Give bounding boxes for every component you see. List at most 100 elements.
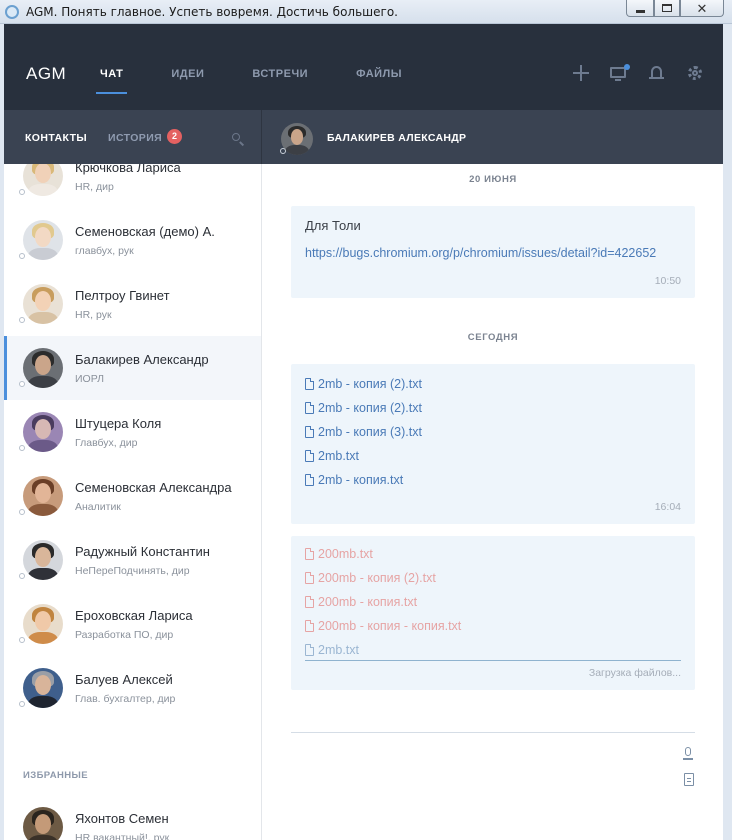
contacts-sidebar[interactable]: Крючкова Лариса HR, дир Семеновская (дем… [4, 164, 262, 840]
file-icon [305, 572, 314, 584]
file-icon [305, 548, 314, 560]
message-bubble: Для Толи https://bugs.chromium.org/p/chr… [291, 206, 695, 298]
status-indicator [19, 509, 25, 515]
avatar [23, 668, 63, 708]
status-indicator [280, 148, 286, 154]
screen-share-icon[interactable] [609, 64, 630, 82]
tab-ideas[interactable]: ИДЕИ [171, 24, 204, 110]
gear-icon[interactable] [685, 64, 705, 82]
contact-role: Главбух, дир [75, 437, 138, 449]
microphone-icon[interactable] [682, 747, 694, 761]
uploading-file: 200mb - копия - копия.txt [305, 618, 461, 634]
file-name: 200mb - копия (2).txt [318, 571, 436, 585]
message-input[interactable] [291, 732, 695, 733]
message-link[interactable]: https://bugs.chromium.org/p/chromium/iss… [305, 246, 656, 260]
sub-header: КОНТАКТЫ ИСТОРИЯ 2 БАЛАКИРЕВ АЛЕКСАНДР [4, 110, 723, 164]
avatar [23, 807, 63, 840]
contact-name: Семеновская (демо) А. [75, 224, 215, 239]
contact-role: Разработка ПО, дир [75, 629, 174, 641]
contact-role: HR вакантный!, рук [75, 832, 170, 840]
contact-item[interactable]: Крючкова Лариса HR, дир [4, 164, 261, 208]
file-icon [305, 620, 314, 632]
file-link[interactable]: 2mb - копия (3).txt [305, 424, 422, 440]
close-button[interactable]: ✕ [680, 0, 724, 17]
upload-progress-line [305, 660, 681, 661]
file-icon [305, 450, 314, 462]
message-text: Для Толи [305, 218, 361, 233]
file-link[interactable]: 2mb.txt [305, 448, 359, 464]
contact-item[interactable]: Пелтроу Гвинет HR, рук [4, 272, 261, 336]
contact-name: Ероховская Лариса [75, 608, 193, 623]
contact-name: Крючкова Лариса [75, 164, 181, 175]
bell-icon[interactable] [647, 64, 667, 82]
search-icon[interactable] [231, 132, 245, 146]
tab-chat[interactable]: ЧАТ [95, 24, 128, 110]
plus-icon[interactable] [571, 64, 591, 82]
minimize-button[interactable] [626, 0, 654, 17]
file-link[interactable]: 2mb - копия (2).txt [305, 400, 422, 416]
file-icon [305, 378, 314, 390]
notification-dot [624, 64, 630, 70]
contact-role: главбух, рук [75, 245, 134, 257]
avatar [23, 540, 63, 580]
contact-item-active[interactable]: Балакирев Александр ИОРЛ [4, 336, 261, 400]
contact-item[interactable]: Семеновская (демо) А. главбух, рук [4, 208, 261, 272]
file-link[interactable]: 2mb - копия.txt [305, 472, 403, 488]
file-icon [305, 644, 314, 656]
window-frame-right [723, 24, 732, 840]
contact-role: HR, рук [75, 309, 112, 321]
app-logo: AGM [26, 64, 67, 83]
status-indicator [19, 189, 25, 195]
tab-history[interactable]: ИСТОРИЯ [108, 132, 162, 144]
date-separator: СЕГОДНЯ [467, 332, 519, 343]
file-name: 2mb - копия (2).txt [318, 377, 422, 391]
history-badge: 2 [167, 129, 182, 144]
file-name: 2mb.txt [318, 643, 359, 657]
file-link[interactable]: 2mb - копия (2).txt [305, 376, 422, 392]
contact-name: Пелтроу Гвинет [75, 288, 170, 303]
uploading-file: 2mb.txt [305, 642, 359, 658]
contact-item[interactable]: Балуев Алексей Глав. бухгалтер, дир [4, 656, 261, 720]
contact-role: НеПереПодчинять, дир [75, 565, 190, 577]
avatar [23, 220, 63, 260]
contact-item[interactable]: Радужный Константин НеПереПодчинять, дир [4, 528, 261, 592]
uploading-file: 200mb - копия.txt [305, 594, 417, 610]
nav-tabs: ЧАТ ИДЕИ ВСТРЕЧИ ФАЙЛЫ [95, 24, 450, 110]
app: AGM ЧАТ ИДЕИ ВСТРЕЧИ ФАЙЛЫ КОНТАКТЫ ИСТО… [4, 24, 723, 840]
file-icon [305, 474, 314, 486]
status-indicator [19, 701, 25, 707]
contact-role: Глав. бухгалтер, дир [75, 693, 176, 705]
file-name: 200mb - копия.txt [318, 595, 418, 609]
contact-name: Радужный Константин [75, 544, 210, 559]
upload-message-bubble: 200mb.txt 200mb - копия (2).txt 200mb - … [291, 536, 695, 690]
contact-role: ИОРЛ [75, 373, 105, 385]
close-icon: ✕ [696, 0, 708, 16]
window-controls: ✕ [626, 0, 724, 17]
status-indicator [19, 381, 25, 387]
file-name: 2mb - копия.txt [318, 473, 404, 487]
contact-item[interactable]: Штуцера Коля Главбух, дир [4, 400, 261, 464]
file-name: 200mb - копия - копия.txt [318, 619, 462, 633]
window-title: AGM. Понять главное. Успеть вовремя. Дос… [26, 4, 398, 19]
avatar [23, 604, 63, 644]
file-icon [305, 426, 314, 438]
favorite-contact-item[interactable]: Яхонтов Семен HR вакантный!, рук [4, 795, 261, 840]
contact-item[interactable]: Ероховская Лариса Разработка ПО, дир [4, 592, 261, 656]
attach-file-icon[interactable] [684, 773, 694, 786]
status-indicator [19, 253, 25, 259]
tab-meetings[interactable]: ВСТРЕЧИ [252, 24, 308, 110]
maximize-button[interactable] [654, 0, 680, 17]
tab-contacts[interactable]: КОНТАКТЫ [25, 132, 87, 144]
file-icon [305, 596, 314, 608]
chat-pane: 20 ИЮНЯ Для Толи https://bugs.chromium.o… [263, 164, 723, 840]
contact-role: HR, дир [75, 181, 114, 193]
status-indicator [19, 317, 25, 323]
avatar [23, 164, 63, 196]
nav-actions [553, 64, 705, 82]
uploading-file: 200mb - копия (2).txt [305, 570, 436, 586]
minimize-icon [635, 9, 645, 13]
contact-item[interactable]: Семеновская Александра Аналитик [4, 464, 261, 528]
tab-files[interactable]: ФАЙЛЫ [356, 24, 402, 110]
contact-name: Штуцера Коля [75, 416, 162, 431]
avatar [23, 348, 63, 388]
